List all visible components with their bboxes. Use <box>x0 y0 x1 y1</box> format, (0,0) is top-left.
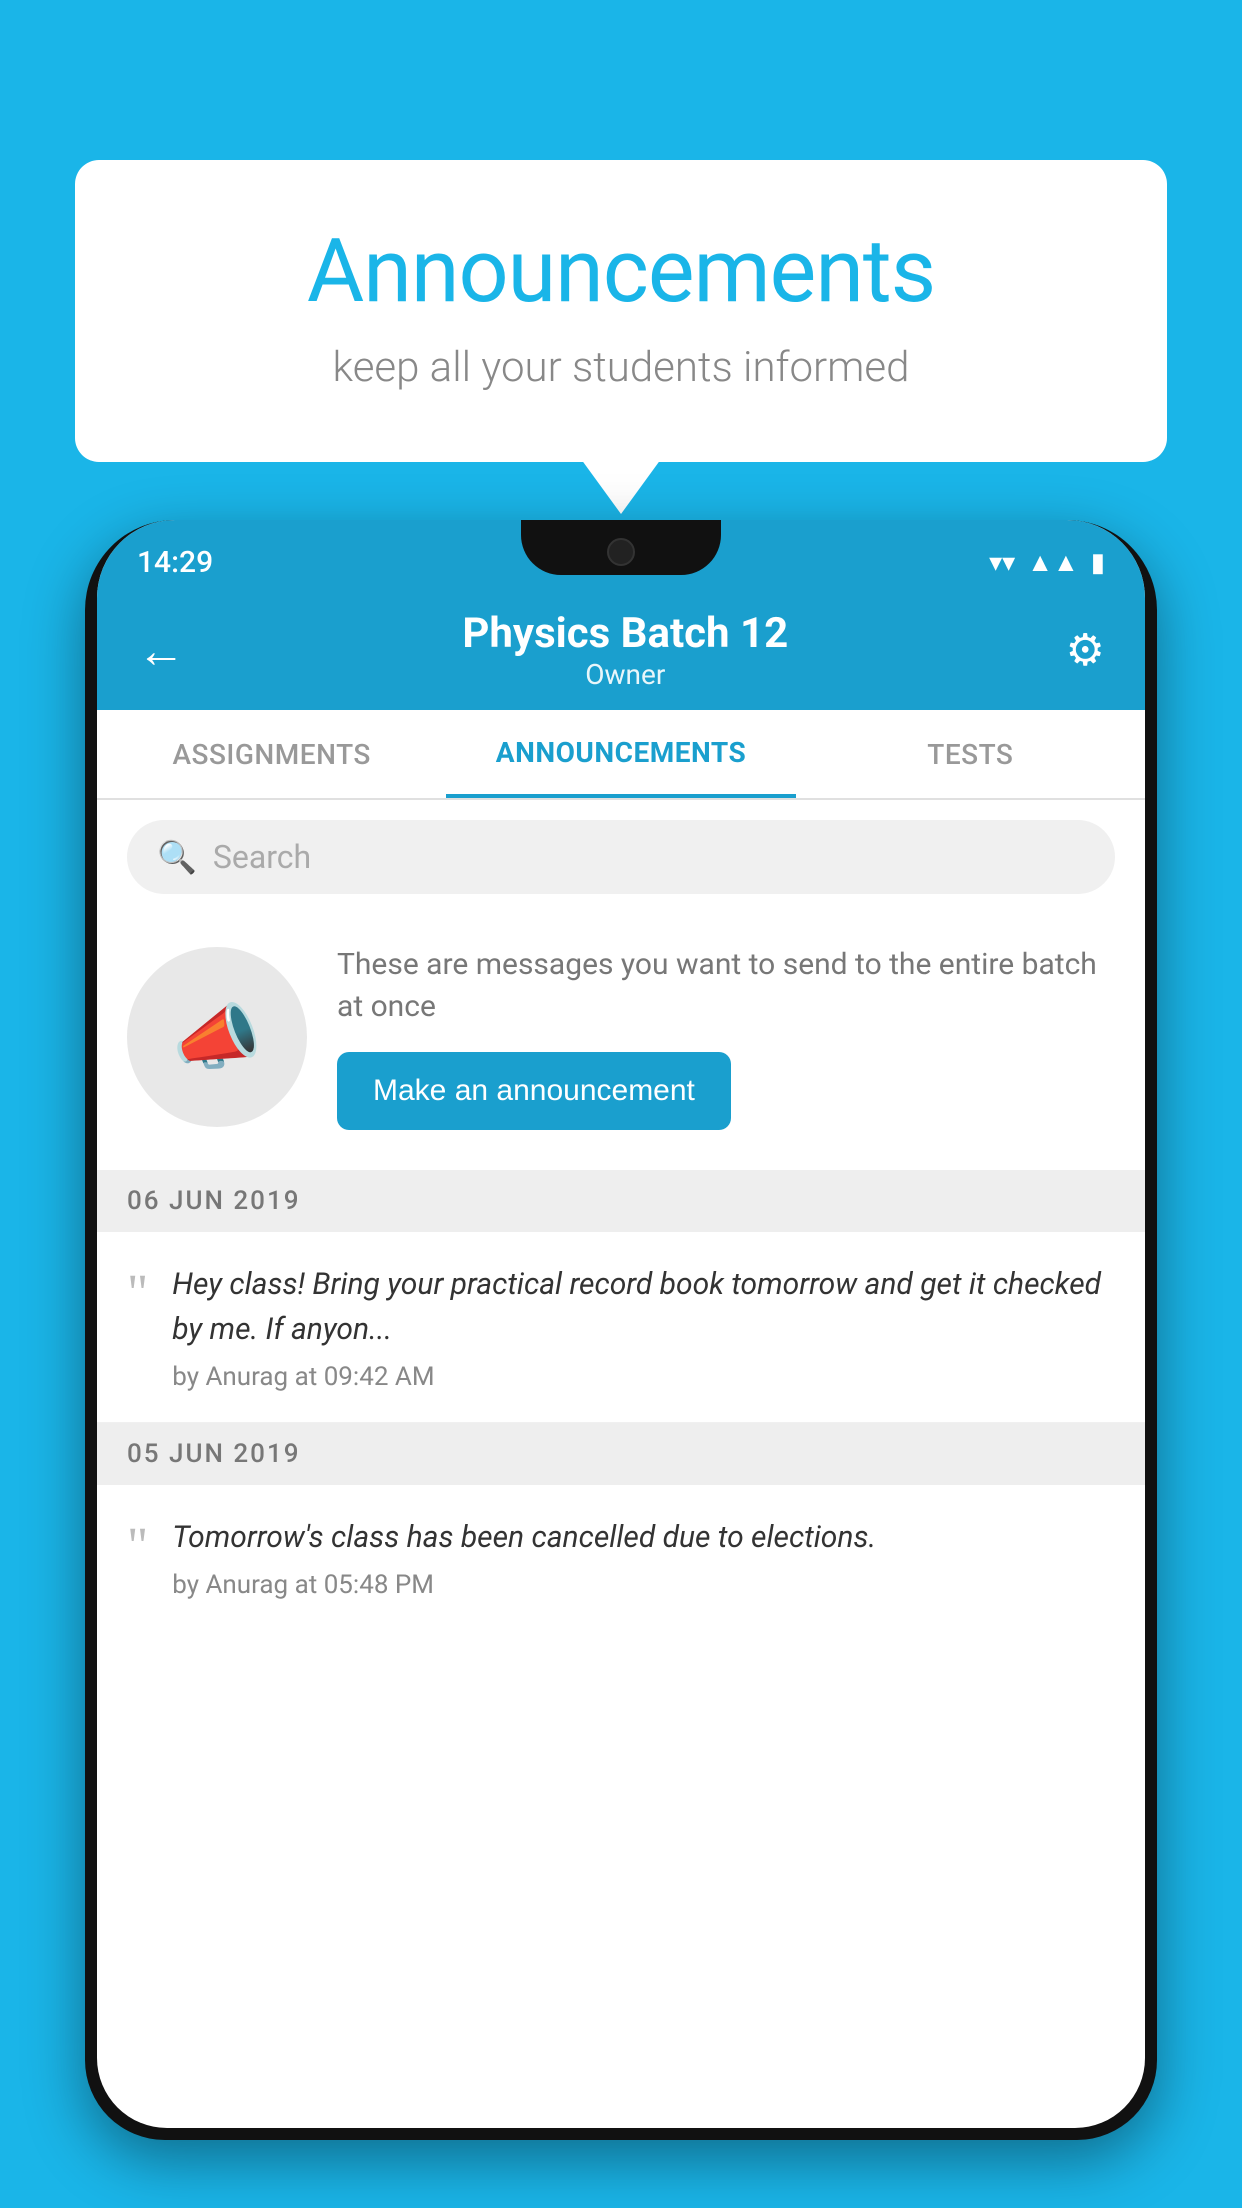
phone-notch <box>521 520 721 575</box>
announcement-content-1: Hey class! Bring your practical record b… <box>172 1262 1115 1392</box>
announcement-content-2: Tomorrow's class has been cancelled due … <box>172 1515 1115 1600</box>
header-title: Physics Batch 12 <box>462 609 788 658</box>
battery-icon: ▮ <box>1091 548 1105 578</box>
announcement-item-1[interactable]: " Hey class! Bring your practical record… <box>97 1232 1145 1423</box>
tab-announcements[interactable]: ANNOUNCEMENTS <box>446 710 795 798</box>
announcement-meta-2: by Anurag at 05:48 PM <box>172 1570 1115 1600</box>
phone-screen: 14:29 ▾▾ ▲▲ ▮ ← Physics Batch 12 Owner ⚙… <box>97 520 1145 2128</box>
search-icon: 🔍 <box>157 838 197 876</box>
search-bar[interactable]: 🔍 Search <box>127 820 1115 894</box>
make-announcement-button[interactable]: Make an announcement <box>337 1052 731 1130</box>
back-button[interactable]: ← <box>137 622 185 679</box>
announcement-text-2: Tomorrow's class has been cancelled due … <box>172 1515 1115 1560</box>
megaphone-icon: 📣 <box>172 995 262 1080</box>
promo-description: These are messages you want to send to t… <box>337 944 1115 1028</box>
promo-card: 📣 These are messages you want to send to… <box>97 914 1145 1170</box>
date-separator-2: 05 JUN 2019 <box>97 1423 1145 1485</box>
phone-container: 14:29 ▾▾ ▲▲ ▮ ← Physics Batch 12 Owner ⚙… <box>85 520 1157 2208</box>
tab-tests[interactable]: TESTS <box>796 710 1145 798</box>
tabs-container: ASSIGNMENTS ANNOUNCEMENTS TESTS <box>97 710 1145 800</box>
quote-icon-1: " <box>127 1268 148 1320</box>
header-subtitle: Owner <box>462 658 788 691</box>
header-title-container: Physics Batch 12 Owner <box>462 609 788 691</box>
announcement-item-2[interactable]: " Tomorrow's class has been cancelled du… <box>97 1485 1145 1630</box>
status-icons: ▾▾ ▲▲ ▮ <box>989 547 1105 578</box>
status-time: 14:29 <box>137 545 213 580</box>
promo-content: These are messages you want to send to t… <box>337 944 1115 1130</box>
speech-bubble-title: Announcements <box>155 220 1087 323</box>
signal-icon: ▲▲ <box>1027 547 1078 578</box>
wifi-icon: ▾▾ <box>989 548 1015 578</box>
tab-assignments[interactable]: ASSIGNMENTS <box>97 710 446 798</box>
search-placeholder: Search <box>213 838 311 876</box>
announcement-meta-1: by Anurag at 09:42 AM <box>172 1362 1115 1392</box>
speech-bubble: Announcements keep all your students inf… <box>75 160 1167 462</box>
phone-camera <box>607 538 635 566</box>
search-container: 🔍 Search <box>97 800 1145 914</box>
settings-icon[interactable]: ⚙ <box>1066 624 1105 676</box>
speech-bubble-subtitle: keep all your students informed <box>155 343 1087 392</box>
date-separator-1: 06 JUN 2019 <box>97 1170 1145 1232</box>
announcement-text-1: Hey class! Bring your practical record b… <box>172 1262 1115 1352</box>
promo-icon-circle: 📣 <box>127 947 307 1127</box>
phone-frame: 14:29 ▾▾ ▲▲ ▮ ← Physics Batch 12 Owner ⚙… <box>85 520 1157 2140</box>
app-header: ← Physics Batch 12 Owner ⚙ <box>97 590 1145 710</box>
quote-icon-2: " <box>127 1521 148 1573</box>
speech-bubble-container: Announcements keep all your students inf… <box>75 160 1167 462</box>
